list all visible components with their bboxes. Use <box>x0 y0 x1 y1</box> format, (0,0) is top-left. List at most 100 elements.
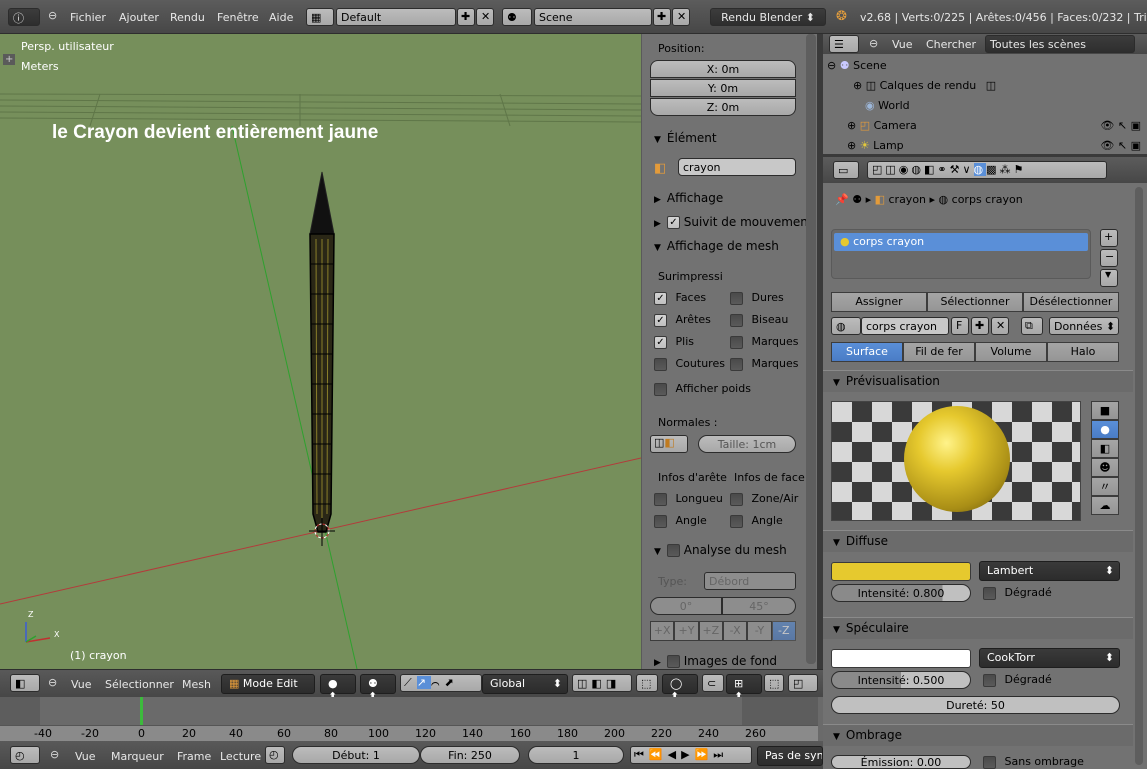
afficher-poids-checkbox[interactable] <box>654 382 667 396</box>
timeline-menu-lecture[interactable]: Lecture <box>220 750 261 763</box>
faces-checkbox[interactable]: ✓ <box>654 291 667 305</box>
collapse-icon[interactable]: ⊖ <box>48 676 57 689</box>
element-section-header[interactable]: ▼ Élément <box>654 131 717 145</box>
shadeless-toggle[interactable]: Sans ombrage <box>983 755 1084 769</box>
area-divider[interactable] <box>817 34 823 769</box>
material-browse-button[interactable]: ◍ <box>831 317 861 335</box>
outliner-item-lamp[interactable]: ⊕ ☀ Lamp 👁 ↖ ▣ <box>847 139 1143 152</box>
menu-mesh[interactable]: Mesh <box>182 678 211 691</box>
npanel-scrollbar[interactable] <box>806 34 816 664</box>
marques-checkbox-2[interactable] <box>730 357 743 371</box>
specular-ramp-toggle[interactable]: Dégradé <box>983 673 1052 687</box>
material-link-select[interactable]: Données ⬍ <box>1049 317 1119 335</box>
outliner-item-world[interactable]: ◉ World <box>865 99 910 112</box>
dures-checkbox[interactable] <box>730 291 743 305</box>
limit-selection-button[interactable]: ⬚ <box>636 674 658 692</box>
face-angle-toggle[interactable]: Angle <box>730 514 783 528</box>
motion-tracking-section-header[interactable]: ▶ ✓ Suivit de mouvemen <box>654 215 808 229</box>
preview-cube-button[interactable]: ◧ <box>1091 439 1119 458</box>
specular-color-swatch[interactable] <box>831 649 971 668</box>
menu-vue[interactable]: Vue <box>71 678 92 691</box>
viewport-editor-type-button[interactable]: ◧ <box>10 674 40 692</box>
remove-layout-button[interactable]: ✕ <box>476 8 494 26</box>
diffuse-ramp-toggle[interactable]: Dégradé <box>983 586 1052 600</box>
preview-flat-button[interactable]: ■ <box>1091 401 1119 420</box>
face-angle-checkbox[interactable] <box>730 514 743 528</box>
edge-angle-toggle[interactable]: Angle <box>654 514 707 528</box>
aretes-checkbox[interactable]: ✓ <box>654 313 667 327</box>
specular-shader-select[interactable]: CookTorr ⬍ <box>979 648 1120 668</box>
select-mode-buttons[interactable]: ◫◧◨ <box>572 674 632 692</box>
end-frame-field[interactable]: Fin: 250 <box>420 746 520 764</box>
timeline-menu-frame[interactable]: Frame <box>177 750 211 763</box>
hardness-field[interactable]: Dureté: 50 <box>831 696 1120 714</box>
properties-scrollbar[interactable] <box>1135 187 1143 765</box>
snap-element-select[interactable]: ⊞ ⬍ <box>726 674 762 703</box>
mesh-analysis-checkbox[interactable] <box>666 544 680 557</box>
preview-range-button[interactable]: ◴ <box>265 746 285 764</box>
specular-panel-header[interactable]: ▼ Spéculaire <box>823 617 1133 639</box>
biseau-toggle[interactable]: Biseau <box>730 313 788 327</box>
editor-type-button[interactable]: ⓘ <box>8 8 40 26</box>
preview-sphere-button[interactable]: ● <box>1091 420 1119 439</box>
dures-toggle[interactable]: Dures <box>730 291 784 305</box>
render-preview-buttons[interactable]: ◰ <box>788 674 818 692</box>
timeline-ruler[interactable]: -40 -20 0 20 40 60 80 100 120 140 160 18… <box>0 725 818 741</box>
viewport-shading-select[interactable]: ● ⬍ <box>320 674 356 703</box>
scene-icon-button[interactable]: ⚉ <box>502 8 532 26</box>
mesh-display-section-header[interactable]: ▼ Affichage de mesh <box>654 239 779 253</box>
timeline-editor-type-button[interactable]: ◴ <box>10 746 40 764</box>
analysis-max-field[interactable]: 45° <box>722 597 796 615</box>
normal-size-field[interactable]: Taille: 1cm <box>698 435 796 453</box>
marques-toggle-1[interactable]: Marques <box>730 335 799 349</box>
menu-rendu[interactable]: Rendu <box>170 11 205 24</box>
shadeless-checkbox[interactable] <box>983 755 996 769</box>
menu-fenetre[interactable]: Fenêtre <box>217 11 259 24</box>
tab-surface[interactable]: Surface <box>831 342 903 362</box>
collapse-icon[interactable]: ⊖ <box>50 748 59 761</box>
emission-field[interactable]: Émission: 0.00 <box>831 755 971 769</box>
render-engine-select[interactable]: Rendu Blender ⬍ <box>710 8 826 26</box>
add-layout-button[interactable]: ✚ <box>457 8 475 26</box>
unlink-material-button[interactable]: ✕ <box>991 317 1009 335</box>
analysis-type-select[interactable]: Débord <box>704 572 796 590</box>
motion-tracking-checkbox[interactable]: ✓ <box>666 216 680 229</box>
sync-mode-select[interactable]: Pas de sync <box>757 746 823 766</box>
zone-air-toggle[interactable]: Zone/Air <box>730 492 798 506</box>
preview-panel-header[interactable]: ▼ Prévisualisation <box>823 370 1133 392</box>
collapse-icon[interactable]: ⊖ <box>869 37 878 50</box>
outliner-editor-type-button[interactable]: ☰ <box>829 35 859 53</box>
properties-context-tabs[interactable]: ◰◫◉◍◧⚭⚒∨◍▩⁂⚑ <box>867 161 1107 179</box>
transform-orientation-select[interactable]: Global ⬍ <box>482 674 568 694</box>
current-frame-indicator[interactable] <box>140 697 143 725</box>
menu-ajouter[interactable]: Ajouter <box>119 11 159 24</box>
snap-target-button[interactable]: ⬚ <box>764 674 784 692</box>
outliner-item-render-layers[interactable]: ⊕ ◫ Calques de rendu ◫ <box>853 79 996 92</box>
manipulator-buttons[interactable]: ⟋↗⌒⬈ <box>400 674 482 692</box>
zone-air-checkbox[interactable] <box>730 492 743 506</box>
area-divider-horizontal[interactable] <box>823 154 1147 157</box>
afficher-poids-toggle[interactable]: Afficher poids <box>654 382 751 396</box>
axis-plus-y-button[interactable]: +Y <box>674 621 699 641</box>
affichage-section-header[interactable]: ▶ Affichage <box>654 191 723 205</box>
timeline[interactable]: -40 -20 0 20 40 60 80 100 120 140 160 18… <box>0 697 823 741</box>
axis-plus-z-button[interactable]: +Z <box>698 621 723 641</box>
3d-viewport[interactable]: + Persp. utilisateur Meters le Crayon de… <box>0 34 641 669</box>
menu-aide[interactable]: Aide <box>269 11 293 24</box>
menu-selectionner[interactable]: Sélectionner <box>105 678 174 691</box>
material-slot-item[interactable]: ● corps crayon <box>834 233 1088 251</box>
biseau-checkbox[interactable] <box>730 313 743 327</box>
outliner-menu-vue[interactable]: Vue <box>892 38 913 51</box>
new-material-button[interactable]: ✚ <box>971 317 989 335</box>
timeline-menu-vue[interactable]: Vue <box>75 750 96 763</box>
axis-plus-x-button[interactable]: +X <box>650 621 675 641</box>
analysis-min-field[interactable]: 0° <box>650 597 722 615</box>
pivot-select[interactable]: ⚉ ⬍ <box>360 674 396 703</box>
tab-volume[interactable]: Volume <box>975 342 1047 362</box>
scene-field[interactable]: Scene <box>534 8 652 26</box>
link-icon-button[interactable]: ⧉ <box>1021 317 1043 335</box>
add-scene-button[interactable]: ✚ <box>653 8 671 26</box>
diffuse-panel-header[interactable]: ▼ Diffuse <box>823 530 1133 552</box>
longueur-toggle[interactable]: Longueu <box>654 492 723 506</box>
start-frame-field[interactable]: Début: 1 <box>292 746 420 764</box>
